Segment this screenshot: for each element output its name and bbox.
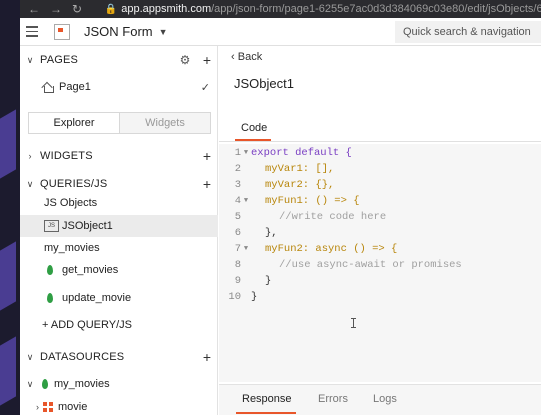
code-line: 3 myVar2: {}, (234, 179, 335, 191)
group-js-objects: JS Objects (20, 194, 218, 212)
code-line: 5 //write code here (234, 211, 387, 223)
js-editor-panel: ‹ Back JSObject1 Code 1 ▼ export default … (219, 46, 541, 415)
lock-icon: 🔒 (104, 3, 118, 15)
add-widget-button[interactable]: + (196, 148, 218, 164)
section-label: QUERIES/JS (40, 178, 108, 190)
text-cursor-icon (351, 318, 356, 328)
desktop-background (0, 0, 20, 415)
group-datasource: my_movies (20, 239, 218, 257)
chevron-right-icon[interactable]: › (20, 151, 40, 161)
hamburger-menu-icon[interactable] (20, 26, 44, 37)
js-object-label: JSObject1 (62, 220, 113, 232)
quick-search-label: Quick search & navigation (403, 26, 531, 38)
reload-icon[interactable]: ↻ (72, 2, 82, 16)
chevron-down-icon[interactable]: ∨ (20, 379, 40, 390)
check-icon: ✓ (200, 81, 210, 94)
home-icon (42, 81, 54, 93)
code-line: 6 }, (234, 227, 278, 239)
forward-arrow-icon[interactable]: → (50, 2, 62, 16)
chevron-down-icon[interactable]: ∨ (20, 55, 40, 66)
section-queries[interactable]: ∨ QUERIES/JS + (20, 173, 218, 195)
active-tab-indicator (236, 412, 296, 414)
back-button[interactable]: ‹ Back (231, 51, 262, 63)
code-line: 10 } (228, 291, 258, 303)
datasource-child-label: movie (58, 401, 88, 413)
code-line: 4 ▼ myFun1: () => { (234, 195, 360, 207)
query-item[interactable]: get_movies (20, 259, 218, 281)
query-item-label: get_movies (62, 264, 119, 276)
js-object-title[interactable]: JSObject1 (234, 76, 294, 91)
mongodb-icon (47, 265, 53, 275)
query-item-label: update_movie (62, 292, 132, 304)
add-query-button[interactable]: + (196, 176, 218, 192)
app-logo-icon[interactable] (54, 23, 70, 40)
chevron-down-icon[interactable]: ∨ (20, 179, 40, 190)
fold-arrow-icon[interactable]: ▼ (241, 149, 251, 157)
section-label: PAGES (40, 54, 79, 66)
code-editor[interactable]: 1 ▼ export default { 2 myVar1: [], 3 myVa… (219, 144, 541, 382)
js-file-icon: JS (44, 220, 59, 232)
code-line: 1 ▼ export default { (234, 147, 352, 159)
url-path[interactable]: /app/json-form/page1-6255e7ac0d3d384069c… (211, 3, 541, 15)
code-line: 2 myVar1: [], (234, 163, 335, 175)
section-widgets[interactable]: › WIDGETS + (20, 145, 218, 167)
section-datasources[interactable]: ∨ DATASOURCES + (20, 346, 218, 368)
browser-toolbar: ← → ↻ 🔒 app.appsmith.com /app/json-form/… (20, 0, 541, 18)
explorer-widgets-toggle: Explorer Widgets (28, 112, 211, 134)
code-line: 7 ▼ myFun2: async () => { (234, 243, 398, 255)
page-item[interactable]: Page1 ✓ (20, 76, 218, 98)
mongodb-icon (42, 379, 48, 389)
chevron-left-icon: ‹ (231, 51, 235, 63)
back-label: Back (237, 51, 263, 63)
url-host[interactable]: app.appsmith.com (121, 3, 211, 15)
chevron-down-icon[interactable]: ▼ (159, 27, 168, 37)
page-item-label: Page1 (59, 81, 91, 93)
tab-response[interactable]: Response (242, 393, 292, 405)
js-object-item[interactable]: JS JSObject1 (20, 215, 218, 237)
app-header: JSON Form ▼ Quick search & navigation (20, 18, 541, 46)
datasource-item[interactable]: ∨ my_movies (20, 373, 218, 395)
tab-explorer[interactable]: Explorer (29, 113, 120, 133)
app-name[interactable]: JSON Form (84, 24, 153, 39)
datasource-label: my_movies (54, 378, 110, 390)
active-tab-indicator (235, 139, 271, 141)
add-page-button[interactable]: + (196, 52, 218, 68)
datasource-child-item[interactable]: › movie (20, 399, 218, 415)
fold-arrow-icon[interactable]: ▼ (241, 197, 251, 205)
query-item[interactable]: update_movie (20, 287, 218, 309)
tab-code[interactable]: Code (241, 122, 267, 134)
section-label: WIDGETS (40, 150, 93, 162)
quick-search-button[interactable]: Quick search & navigation (395, 21, 541, 43)
code-line: 8 //use async-await or promises (234, 259, 462, 271)
tab-widgets[interactable]: Widgets (120, 113, 210, 133)
explorer-sidebar: ∨ PAGES ⚙ + Page1 ✓ Explorer Widgets › W… (20, 46, 218, 415)
add-query-link[interactable]: + ADD QUERY/JS (20, 314, 218, 336)
tab-errors[interactable]: Errors (318, 393, 348, 405)
debugger-tabs: Response Errors Logs (219, 384, 541, 415)
editor-tabs: Code (219, 118, 541, 142)
back-arrow-icon[interactable]: ← (28, 2, 40, 16)
add-datasource-button[interactable]: + (196, 349, 218, 365)
section-pages[interactable]: ∨ PAGES ⚙ + (20, 49, 218, 71)
code-line: 9 } (234, 275, 272, 287)
group-label: JS Objects (44, 197, 98, 209)
fold-arrow-icon[interactable]: ▼ (241, 245, 251, 253)
add-query-label: + ADD QUERY/JS (42, 319, 132, 331)
table-icon (43, 402, 53, 412)
mongodb-icon (47, 293, 53, 303)
chevron-right-icon[interactable]: › (36, 402, 39, 412)
section-label: DATASOURCES (40, 351, 125, 363)
group-label: my_movies (44, 242, 100, 254)
gear-icon[interactable]: ⚙ (174, 53, 196, 67)
tab-logs[interactable]: Logs (373, 393, 397, 405)
browser-nav: ← → ↻ (20, 2, 105, 16)
chevron-down-icon[interactable]: ∨ (20, 352, 40, 363)
